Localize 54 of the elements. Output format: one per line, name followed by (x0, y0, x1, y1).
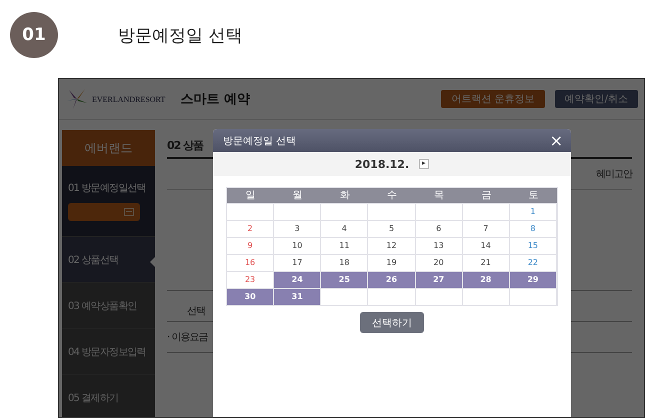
calendar-day[interactable]: 26 (368, 271, 416, 288)
sidebar-step[interactable]: 01 방문예정일선택 (62, 166, 155, 237)
calendar-day[interactable]: 29 (510, 271, 557, 288)
logo-text: EVERLANDRESORT (92, 94, 166, 104)
weekday-header: 화 (338, 189, 351, 203)
column-header: 혜미고안 (596, 168, 632, 181)
month-label: 2018.12. (354, 158, 410, 170)
fee-label: · 이용요금 (167, 331, 208, 344)
calendar-day: 13 (416, 237, 463, 254)
sidebar-header: 에버랜드 (62, 130, 155, 166)
weekday-header: 금 (480, 189, 492, 203)
calendar-day: 7 (462, 220, 510, 237)
date-field[interactable] (68, 203, 140, 221)
weekday-header: 월 (292, 189, 304, 203)
step-number-badge: 01 (10, 12, 58, 58)
calendar-day: 3 (274, 220, 322, 237)
weekday-header: 토 (527, 189, 540, 203)
calendar-day: 8 (510, 220, 557, 237)
weekday-header: 일 (244, 189, 257, 203)
calendar-day[interactable]: 30 (227, 288, 274, 305)
calendar-day: 12 (368, 237, 416, 254)
calendar-day: 18 (321, 254, 368, 271)
calendar-day: 2 (227, 220, 274, 237)
calendar-day[interactable]: 28 (462, 271, 510, 288)
calendar-day[interactable]: 31 (274, 288, 322, 305)
attraction-info-button[interactable]: 어트랙션 운휴정보 (441, 90, 545, 108)
table-header-cell-text: 선택 (187, 305, 205, 318)
calendar-day: 22 (510, 254, 557, 271)
step-title: 방문예정일 선택 (118, 24, 242, 46)
calendar-day: 23 (227, 271, 274, 288)
calendar-day: 20 (416, 254, 463, 271)
calendar-day: 15 (510, 237, 557, 254)
calendar-day: 19 (368, 254, 416, 271)
calendar-day[interactable]: 24 (274, 271, 322, 288)
calendar-day: 5 (368, 220, 416, 237)
sidebar-step[interactable]: 02 상품선택 (62, 237, 155, 283)
calendar-day[interactable]: 27 (416, 271, 463, 288)
calendar-day: 9 (227, 237, 274, 254)
calendar-day: 14 (462, 237, 510, 254)
calendar-day: 10 (274, 237, 322, 254)
calendar-icon (124, 208, 134, 216)
calendar-day: 17 (274, 254, 322, 271)
calendar-day: 4 (321, 220, 368, 237)
calendar-day: 21 (462, 254, 510, 271)
calendar-day[interactable]: 25 (321, 271, 368, 288)
reservation-check-button[interactable]: 예약확인/취소 (554, 90, 638, 108)
calendar-day: 1 (510, 203, 557, 220)
weekday-header: 목 (433, 189, 446, 203)
calendar-day: 16 (227, 254, 274, 271)
calendar-day: 6 (416, 220, 463, 237)
weekday-header: 수 (386, 189, 398, 203)
site-title: 스마트 예약 (180, 91, 250, 108)
confirm-button[interactable]: 선택하기 (360, 312, 424, 333)
calendar-day: 11 (321, 237, 368, 254)
